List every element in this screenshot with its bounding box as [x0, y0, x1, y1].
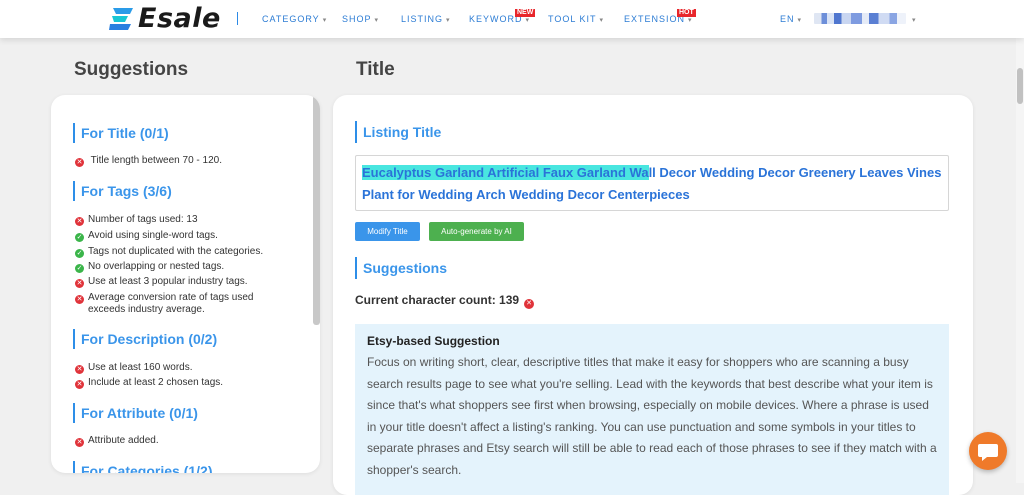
nav-shop-label: SHOP	[342, 14, 372, 24]
nav-extension-label: EXTENSION	[624, 14, 686, 24]
check-item: ✕ Title length between 70 - 120.	[75, 155, 222, 167]
nav-keyword[interactable]: KEYWORD ▾ NEW	[469, 9, 536, 24]
etsy-suggestion-title: Etsy-based Suggestion	[367, 334, 500, 348]
check-icon: ✓	[75, 249, 84, 258]
chevron-down-icon: ▾	[599, 17, 605, 24]
user-account-blurred[interactable]	[814, 13, 906, 24]
nav-divider	[237, 12, 238, 25]
nav-tool-kit-label: TOOL KIT	[548, 14, 597, 24]
panel-scrollbar[interactable]	[313, 95, 320, 325]
check-item: ✕ Use at least 160 words.	[75, 362, 193, 374]
check-item: ✓ No overlapping or nested tags.	[75, 261, 225, 273]
title-panel: Listing Title Eucalyptus Garland Artific…	[333, 95, 973, 495]
title-heading: Title	[356, 59, 395, 80]
error-icon: ✕	[75, 217, 84, 226]
new-badge: NEW	[515, 9, 536, 17]
scrollbar-thumb[interactable]	[1017, 68, 1023, 104]
error-icon: ✕	[524, 299, 535, 309]
page-scrollbar[interactable]	[1016, 38, 1024, 483]
chevron-down-icon: ▾	[797, 17, 803, 24]
check-item: ✕ Number of tags used: 13	[75, 214, 198, 226]
title-highlight: Eucalyptus Garland Artificial Faux Garla…	[362, 165, 649, 180]
check-item: ✓ Tags not duplicated with the categories…	[75, 246, 264, 258]
etsy-suggestion-box: Etsy-based Suggestion Focus on writing s…	[355, 324, 949, 495]
hot-badge: HOT	[677, 9, 696, 17]
chat-bubble-icon	[978, 444, 998, 461]
nav-category[interactable]: CATEGORY ▾	[262, 14, 327, 24]
group-title-for-tags: For Tags (3/6)	[73, 181, 172, 201]
chevron-down-icon: ▾	[322, 17, 328, 24]
top-nav-bar: Esale CATEGORY ▾ SHOP ▾ LISTING ▾ KEYWORD ▾ …	[0, 0, 1024, 38]
suggestions-panel: For Title (0/1) ✕ Title length between 7…	[51, 95, 320, 473]
error-icon: ✕	[75, 158, 84, 167]
check-item: ✕ Average conversion rate of tags used	[75, 292, 254, 304]
chat-button[interactable]	[969, 432, 1007, 470]
error-icon: ✕	[75, 279, 84, 288]
modify-title-button[interactable]: Modify Title	[355, 222, 420, 241]
suggestions-heading: Suggestions	[74, 59, 189, 80]
group-title-for-categories: For Categories (1/2)	[73, 461, 212, 473]
esale-logo-icon	[109, 8, 133, 30]
nav-extension[interactable]: EXTENSION ▾ HOT	[624, 9, 696, 24]
etsy-suggestion-body: Focus on writing short, clear, descripti…	[367, 355, 937, 477]
check-item: ✕ Use at least 3 popular industry tags.	[75, 276, 248, 288]
chevron-down-icon: ▾	[688, 17, 693, 24]
chevron-down-icon: ▾	[374, 17, 380, 24]
logo-text: Esale	[138, 3, 221, 34]
check-item: ✓ Avoid using single-word tags.	[75, 230, 218, 242]
error-icon: ✕	[75, 380, 84, 389]
character-count-text: Current character count: 139	[355, 293, 520, 307]
check-item-continued: exceeds industry average.	[88, 304, 205, 315]
error-icon: ✕	[75, 438, 84, 447]
account-menu-toggle[interactable]: ▾	[909, 14, 917, 24]
group-title-for-attribute: For Attribute (0/1)	[73, 403, 198, 423]
suggestions-sub-label: Suggestions	[355, 257, 447, 279]
listing-title-field[interactable]: Eucalyptus Garland Artificial Faux Garla…	[355, 155, 949, 211]
check-item: ✕ Include at least 2 chosen tags.	[75, 377, 224, 389]
language-selector[interactable]: EN ▾	[780, 14, 802, 24]
chevron-down-icon: ▾	[912, 17, 917, 24]
error-icon: ✕	[75, 365, 84, 374]
error-icon: ✕	[75, 295, 84, 304]
logo[interactable]: Esale	[108, 4, 221, 34]
chevron-down-icon: ▾	[446, 17, 451, 24]
nav-tool-kit[interactable]: TOOL KIT ▾	[548, 14, 604, 24]
group-title-for-title: For Title (0/1)	[73, 123, 169, 143]
language-label: EN	[780, 14, 795, 24]
character-count: Current character count: 139 ✕	[355, 293, 535, 309]
nav-shop[interactable]: SHOP ▾	[342, 14, 379, 24]
nav-category-label: CATEGORY	[262, 14, 320, 24]
nav-listing[interactable]: LISTING ▾	[401, 14, 451, 24]
check-icon: ✓	[75, 264, 84, 273]
group-title-for-description: For Description (0/2)	[73, 329, 217, 349]
check-item: ✕ Attribute added.	[75, 435, 159, 447]
chevron-down-icon: ▾	[525, 17, 531, 24]
auto-generate-ai-button[interactable]: Auto-generate by AI	[429, 222, 524, 241]
listing-title-label: Listing Title	[355, 121, 441, 143]
nav-listing-label: LISTING	[401, 14, 444, 24]
check-icon: ✓	[75, 233, 84, 242]
